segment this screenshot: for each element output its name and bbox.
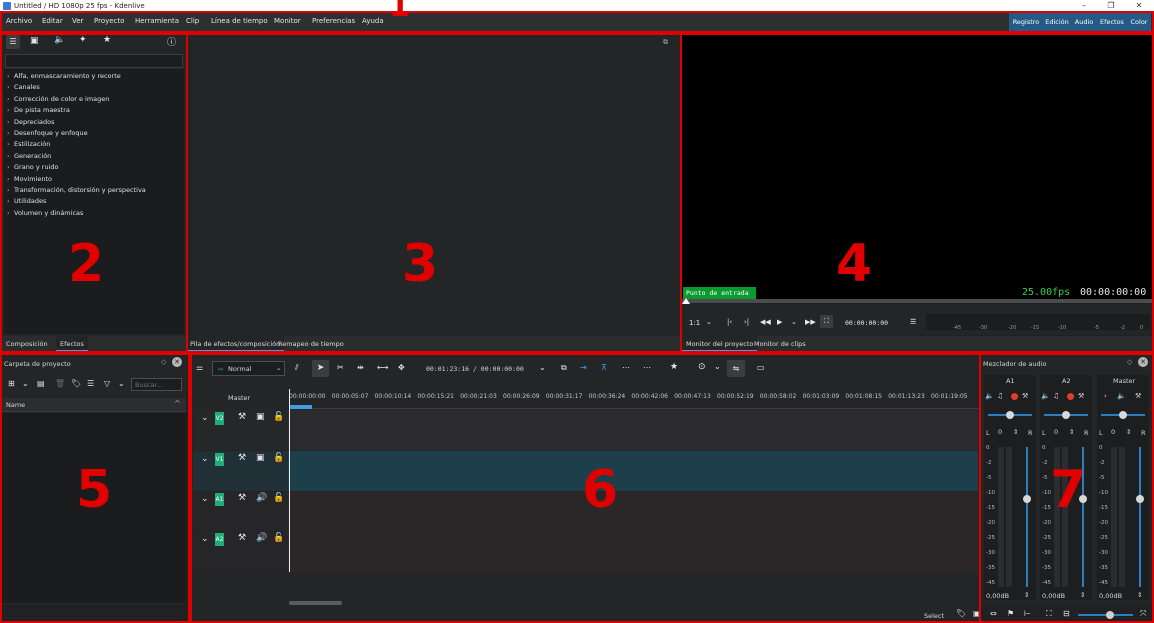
annotation-box-1 <box>0 11 1154 33</box>
annotation-number-2: 2 <box>68 234 105 294</box>
annotation-number-4: 4 <box>836 234 873 294</box>
annotation-number-6: 6 <box>582 460 619 520</box>
annotation-box-4 <box>680 33 1154 353</box>
annotation-number-5: 5 <box>76 460 113 520</box>
annotation-box-3 <box>186 33 682 353</box>
annotation-number-3: 3 <box>402 234 439 294</box>
annotation-number-1: 1 <box>389 0 410 24</box>
annotation-number-7: 7 <box>1050 460 1087 520</box>
annotation-box-2 <box>0 33 188 353</box>
kdenlive-app-icon <box>3 2 11 10</box>
